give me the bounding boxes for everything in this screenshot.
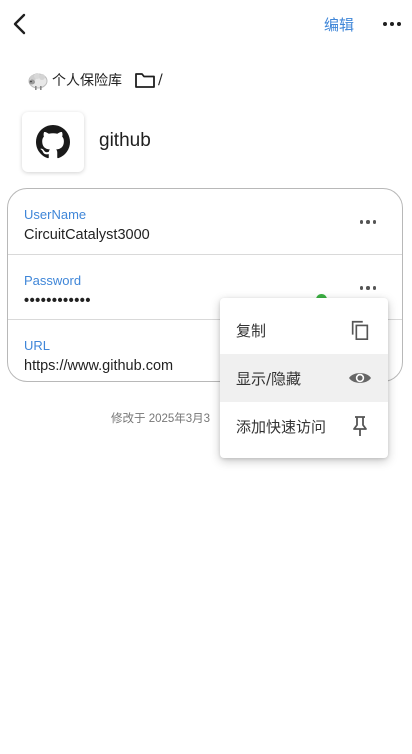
field-username[interactable]: UserName CircuitCatalyst3000 xyxy=(8,189,402,254)
menu-item-show-hide[interactable]: 显示/隐藏 xyxy=(220,354,388,402)
more-horizontal-icon xyxy=(359,220,377,224)
copy-icon xyxy=(348,318,372,342)
field-label: Password xyxy=(24,273,82,288)
item-logo xyxy=(22,112,84,172)
back-button[interactable] xyxy=(8,10,32,38)
menu-item-label: 复制 xyxy=(236,321,267,340)
menu-item-copy[interactable]: 复制 xyxy=(220,306,388,354)
field-context-menu: 复制 显示/隐藏 添加快速访问 xyxy=(220,298,388,458)
item-title: github xyxy=(99,130,151,151)
menu-item-label: 添加快速访问 xyxy=(236,417,327,436)
github-icon xyxy=(36,125,70,159)
breadcrumb-separator: / xyxy=(158,72,163,88)
menu-item-add-quick-access[interactable]: 添加快速访问 xyxy=(220,402,388,450)
username-more-button[interactable] xyxy=(354,211,382,233)
vault-name[interactable]: 个人保险库 xyxy=(52,70,122,90)
more-options-button[interactable] xyxy=(380,12,404,36)
field-label: URL xyxy=(24,338,51,353)
menu-item-label: 显示/隐藏 xyxy=(236,369,302,388)
field-label: UserName xyxy=(24,207,87,222)
field-value: https://www.github.com xyxy=(24,358,174,374)
field-value: CircuitCatalyst3000 xyxy=(24,227,150,243)
field-value: •••••••••••• xyxy=(24,293,91,309)
breadcrumb: 个人保险库 / xyxy=(26,68,163,92)
vault-sheep-icon xyxy=(28,73,48,90)
modified-timestamp: 修改于 2025年3月3 xyxy=(111,413,211,425)
more-horizontal-icon xyxy=(383,22,401,26)
password-more-button[interactable] xyxy=(354,277,382,299)
more-horizontal-icon xyxy=(359,286,377,290)
eye-icon xyxy=(348,366,372,390)
folder-icon[interactable] xyxy=(134,70,156,90)
chevron-left-icon xyxy=(13,13,26,35)
pin-icon xyxy=(348,414,372,438)
edit-button[interactable]: 编辑 xyxy=(324,14,354,35)
